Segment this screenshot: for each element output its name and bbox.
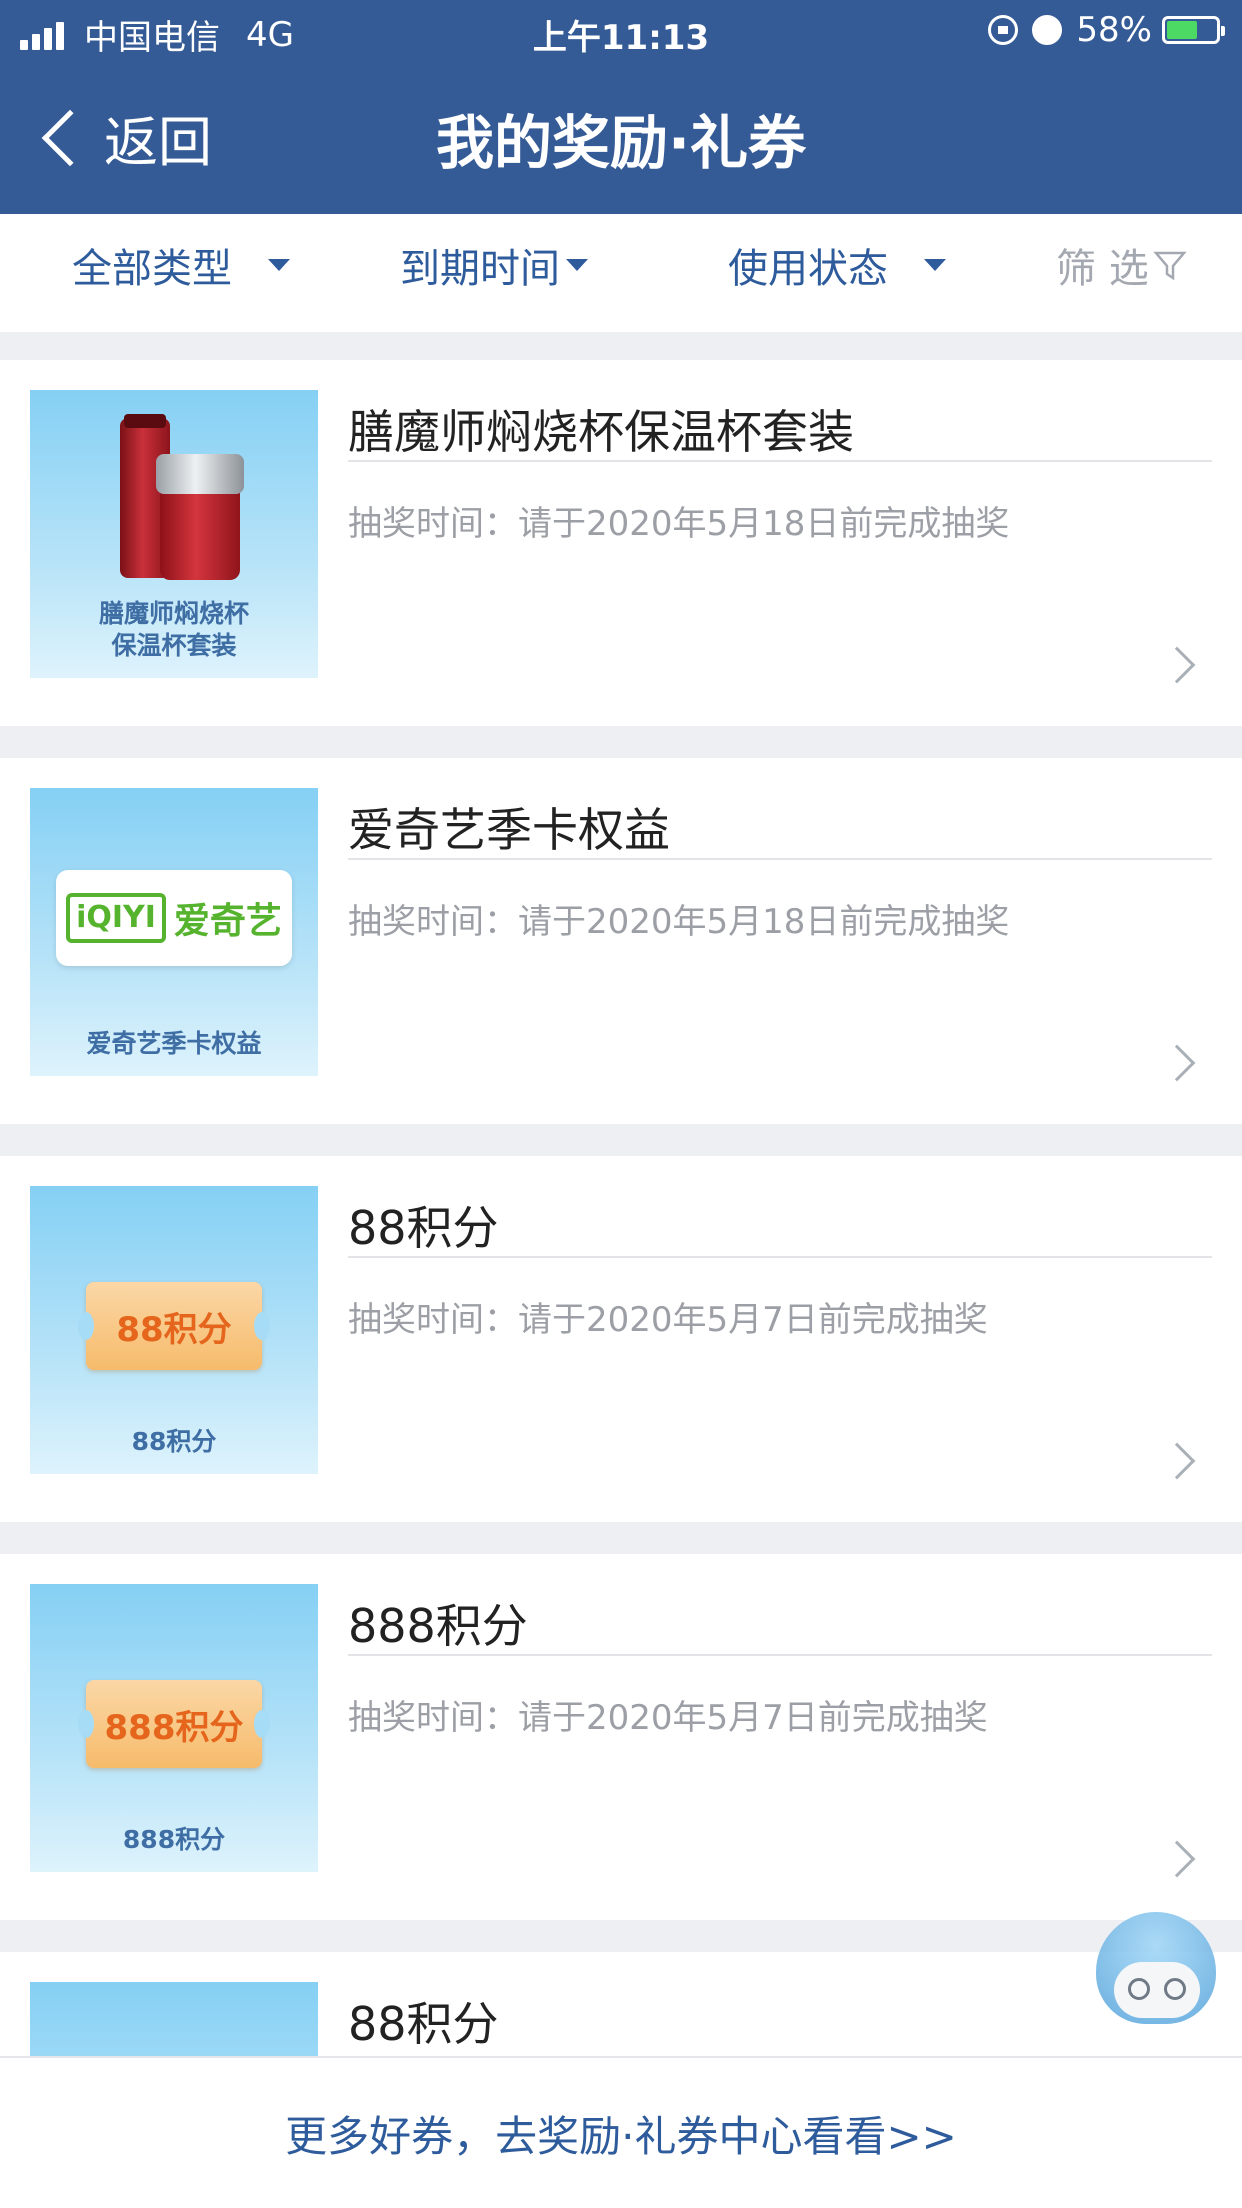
item-thumbnail: iQIYI 爱奇艺 爱奇艺季卡权益 (30, 788, 318, 1076)
filter-expiry-label: 到期时间 (400, 246, 560, 292)
points-ticket: 888积分 (78, 1680, 270, 1768)
item-thumbnail: 88积分 88积分 (30, 1186, 318, 1474)
filter-type-dropdown[interactable]: 全部类型 (72, 236, 290, 294)
item-thumbnail: 888积分 888积分 (30, 1584, 318, 1872)
caret-down-icon (566, 259, 588, 271)
divider (348, 858, 1212, 860)
item-thumbnail: 膳魔师焖烧杯 保温杯套装 (30, 390, 318, 678)
filter-screen-label: 筛 选 (1056, 246, 1149, 292)
bottom-bar: 更多好券，去奖励·礼券中心看看>> (0, 2056, 1242, 2208)
item-title: 爱奇艺季卡权益 (348, 803, 670, 857)
orientation-lock-icon (988, 15, 1019, 45)
divider (348, 1654, 1212, 1656)
top-bar: 中国电信 4G 上午11:13 58% 返回 我的奖励·礼券 (0, 0, 1242, 214)
thumbnail-caption: 888积分 (122, 1825, 226, 1854)
filter-status-label: 使用状态 (728, 246, 888, 292)
status-bar: 中国电信 4G 上午11:13 58% (0, 0, 1242, 62)
funnel-icon (1153, 251, 1187, 281)
chevron-right-icon (1158, 1840, 1196, 1878)
list-item[interactable]: iQIYI 爱奇艺 爱奇艺季卡权益 爱奇艺季卡权益 抽奖时间：请于2020年5月… (0, 758, 1242, 1124)
filter-bar: 全部类型 到期时间 使用状态 筛 选 (0, 214, 1242, 332)
caret-down-icon (924, 259, 946, 271)
item-title: 888积分 (348, 1599, 528, 1653)
thumbnail-caption: 88积分 (131, 1427, 217, 1456)
item-deadline: 抽奖时间：请于2020年5月18日前完成抽奖 (348, 902, 1010, 942)
food-jar-image (156, 454, 244, 580)
list-item[interactable]: 膳魔师焖烧杯 保温杯套装 膳魔师焖烧杯保温杯套装 抽奖时间：请于2020年5月1… (0, 360, 1242, 726)
list-item[interactable]: 888积分 888积分 888积分 抽奖时间：请于2020年5月7日前完成抽奖 (0, 1554, 1242, 1920)
assistant-floating-button[interactable] (1076, 1912, 1236, 2052)
thumbnail-caption: 膳魔师焖烧杯 保温杯套装 (98, 599, 249, 660)
caret-down-icon (268, 259, 290, 271)
battery-icon (1162, 16, 1225, 44)
item-title: 88积分 (348, 1201, 499, 1255)
divider (348, 460, 1212, 462)
iqiyi-logo: iQIYI 爱奇艺 (56, 870, 292, 966)
alarm-icon (1032, 15, 1063, 45)
divider (348, 1256, 1212, 1258)
filter-screen-button[interactable]: 筛 选 (1056, 236, 1187, 294)
page-title: 我的奖励·礼券 (435, 109, 807, 177)
item-deadline: 抽奖时间：请于2020年5月7日前完成抽奖 (348, 1698, 988, 1738)
item-deadline: 抽奖时间：请于2020年5月7日前完成抽奖 (348, 1300, 988, 1340)
item-deadline: 抽奖时间：请于2020年5月18日前完成抽奖 (348, 504, 1010, 544)
chevron-right-icon (1158, 1442, 1196, 1480)
filter-status-dropdown[interactable]: 使用状态 (728, 236, 946, 294)
more-coupons-link[interactable]: 更多好券，去奖励·礼券中心看看>> (285, 2103, 957, 2164)
filter-expiry-dropdown[interactable]: 到期时间 (400, 236, 588, 294)
battery-percent: 58% (1076, 10, 1152, 50)
item-title: 膳魔师焖烧杯保温杯套装 (348, 405, 854, 459)
chevron-right-icon (1158, 1044, 1196, 1082)
thumbnail-caption: 爱奇艺季卡权益 (86, 1029, 262, 1058)
item-title: 88积分 (348, 1997, 499, 2051)
nav-bar: 返回 我的奖励·礼券 (0, 62, 1242, 214)
points-ticket: 88积分 (78, 1282, 270, 1370)
chevron-right-icon (1158, 646, 1196, 684)
list-item[interactable]: 88积分 88积分 88积分 抽奖时间：请于2020年5月7日前完成抽奖 (0, 1156, 1242, 1522)
filter-type-label: 全部类型 (72, 246, 232, 292)
